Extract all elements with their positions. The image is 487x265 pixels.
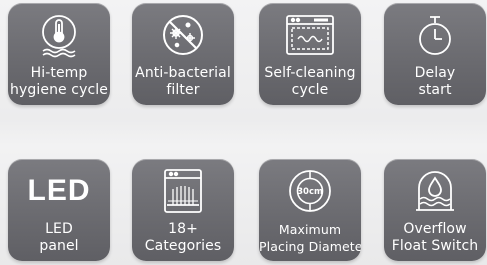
feature-label-line1: Self-cleaning — [264, 65, 356, 81]
feature-label-line1: Hi-temp — [30, 65, 88, 81]
led-icon-text: LED — [27, 174, 91, 207]
anti-bacterial-icon — [132, 9, 234, 61]
led-icon: LED — [8, 165, 110, 217]
feature-label-line2: filter — [166, 82, 200, 98]
feature-label-line2: Float Switch — [391, 238, 479, 254]
feature-label-line1: Overflow — [403, 221, 467, 237]
feature-tile-diameter: 30cm Maximum Placing Diameter — [259, 159, 361, 261]
feature-label-line2: start — [418, 82, 452, 98]
feature-label-line2: cycle — [291, 82, 329, 98]
feature-label-line2: Placing Diameter — [259, 239, 361, 254]
feature-label-line1: 18+ — [168, 221, 198, 237]
feature-label-line1: Anti-bacterial — [135, 65, 231, 81]
diameter-30cm-icon: 30cm — [259, 165, 361, 217]
overflow-float-switch-icon — [384, 165, 486, 217]
feature-tile-ledpanel: LED LED panel — [8, 159, 110, 261]
feature-tile-overflow: Overflow Float Switch — [384, 159, 486, 261]
feature-label-line1: Maximum — [278, 222, 342, 237]
self-cleaning-oven-icon — [259, 9, 361, 61]
feature-label-line1: Delay — [414, 65, 456, 81]
feature-tile-antibacterial: Anti-bacterial filter — [132, 3, 234, 105]
feature-label-line2: Categories — [144, 238, 222, 254]
stopwatch-icon — [384, 9, 486, 61]
diameter-icon-text: 30cm — [297, 187, 323, 197]
feature-tile-categories: 18+ Categories — [132, 159, 234, 261]
feature-tile-selfcleaning: Self-cleaning cycle — [259, 3, 361, 105]
thermometer-hygiene-icon — [8, 9, 110, 61]
feature-label-line2: panel — [39, 238, 79, 254]
feature-label-line2: hygiene cycle — [10, 82, 108, 98]
dish-rack-icon — [132, 165, 234, 217]
feature-tile-hitemp: Hi-temp hygiene cycle — [8, 3, 110, 105]
feature-label-line1: LED — [45, 221, 73, 237]
feature-tile-delaystart: Delay start — [384, 3, 486, 105]
